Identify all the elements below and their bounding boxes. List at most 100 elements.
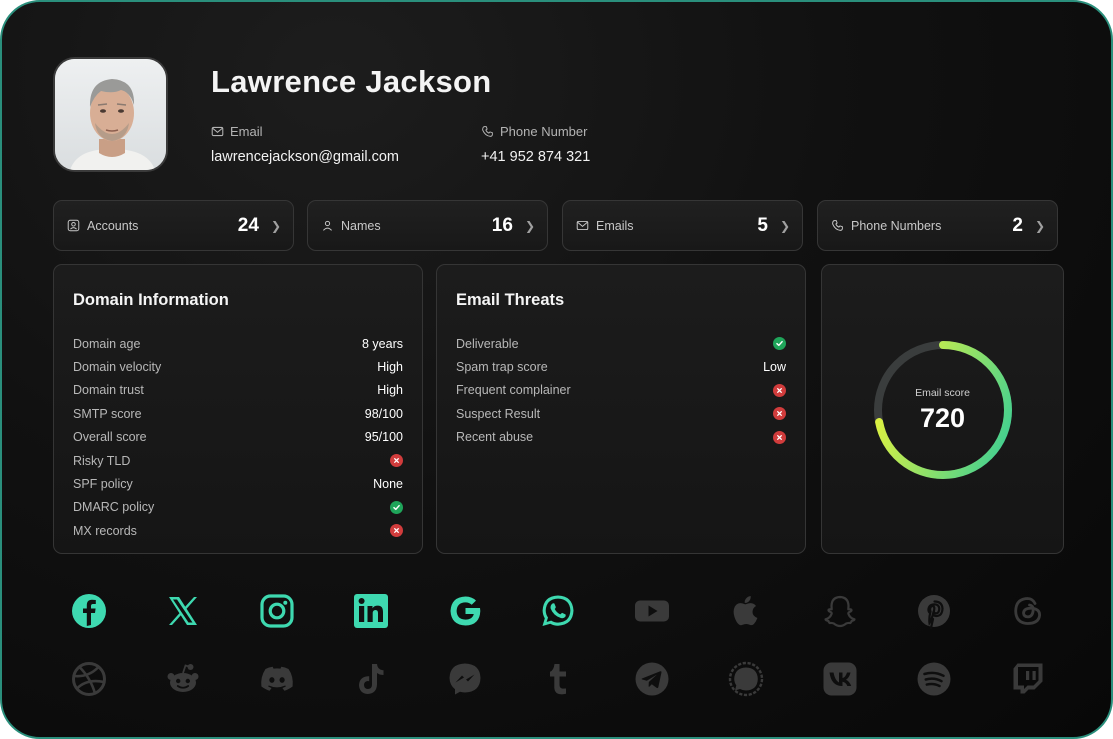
tumblr-icon[interactable] xyxy=(540,661,576,697)
phone-label: Phone Number xyxy=(500,124,588,139)
info-row: MX records xyxy=(73,519,403,542)
row-label: Overall score xyxy=(73,430,147,445)
email-label: Email xyxy=(230,124,263,139)
cross-icon xyxy=(773,383,786,397)
info-row: Domain trust High xyxy=(73,379,403,402)
info-row: DMARC policy xyxy=(73,496,403,519)
row-value: High xyxy=(377,383,403,398)
chevron-right-icon: ❯ xyxy=(524,218,535,233)
tiktok-icon[interactable] xyxy=(353,661,389,697)
stat-label: Phone Numbers xyxy=(851,218,942,233)
info-row: Domain age 8 years xyxy=(73,332,403,355)
stat-value: 2 xyxy=(1012,214,1023,236)
mail-icon xyxy=(211,126,224,137)
chevron-right-icon: ❯ xyxy=(270,218,281,233)
dribbble-icon[interactable] xyxy=(71,661,107,697)
stat-accounts[interactable]: Accounts 24 ❯ xyxy=(53,200,294,251)
panel-title: Domain Information xyxy=(73,291,229,309)
row-label: Domain trust xyxy=(73,383,144,398)
info-row: Recent abuse xyxy=(456,426,786,449)
email-block: Email lawrencejackson@gmail.com xyxy=(211,124,399,165)
score-label: Email score xyxy=(915,387,970,399)
stat-value: 24 xyxy=(237,214,259,236)
phone-icon xyxy=(832,220,843,231)
stat-emails[interactable]: Emails 5 ❯ xyxy=(562,200,803,251)
person-icon xyxy=(323,220,332,231)
row-label: SPF policy xyxy=(73,477,133,492)
check-icon xyxy=(390,500,403,514)
facebook-icon[interactable] xyxy=(71,593,107,629)
social-row-2 xyxy=(71,661,1046,697)
panel-title: Email Threats xyxy=(456,291,565,309)
info-row: Suspect Result xyxy=(456,402,786,425)
info-row: Risky TLD xyxy=(73,449,403,472)
linkedin-icon[interactable] xyxy=(353,593,389,629)
phone-block: Phone Number +41 952 874 321 xyxy=(481,124,590,165)
user-card-icon xyxy=(67,219,80,232)
row-label: Deliverable xyxy=(456,336,519,351)
row-label: DMARC policy xyxy=(73,500,155,515)
info-row: Domain velocity High xyxy=(73,355,403,378)
social-row-1 xyxy=(71,593,1046,629)
instagram-icon[interactable] xyxy=(259,593,295,629)
stat-names[interactable]: Names 16 ❯ xyxy=(307,200,548,251)
stat-label: Accounts xyxy=(87,218,139,233)
stat-phone-numbers[interactable]: Phone Numbers 2 ❯ xyxy=(817,200,1058,251)
row-label: Domain age xyxy=(73,336,141,351)
row-label: Recent abuse xyxy=(456,430,534,445)
row-label: Spam trap score xyxy=(456,360,548,375)
chevron-right-icon: ❯ xyxy=(779,218,790,233)
stat-value: 5 xyxy=(757,214,768,236)
avatar xyxy=(53,57,168,172)
pinterest-icon[interactable] xyxy=(916,593,952,629)
check-icon xyxy=(773,337,786,351)
info-row: Overall score 95/100 xyxy=(73,426,403,449)
info-row: SMTP score 98/100 xyxy=(73,402,403,425)
cross-icon xyxy=(773,407,786,421)
row-value: Low xyxy=(763,360,786,375)
stat-value: 16 xyxy=(491,214,513,236)
cross-icon xyxy=(390,524,403,538)
telegram-icon[interactable] xyxy=(634,661,670,697)
messenger-icon[interactable] xyxy=(447,661,483,697)
info-row: Spam trap score Low xyxy=(456,355,786,378)
domain-information-panel: Domain Information Domain age 8 years Doma… xyxy=(53,264,423,554)
threat-rows: Deliverable Spam trap score Low Frequent co… xyxy=(456,332,786,449)
row-label: Frequent complainer xyxy=(456,383,571,398)
row-value: 98/100 xyxy=(364,406,403,421)
email-score-panel: Email score 720 xyxy=(821,264,1064,554)
whatsapp-icon[interactable] xyxy=(540,593,576,629)
youtube-icon[interactable] xyxy=(634,593,670,629)
row-value: 95/100 xyxy=(364,430,403,445)
phone-value[interactable]: +41 952 874 321 xyxy=(481,149,590,165)
signal-icon[interactable] xyxy=(728,661,764,697)
info-row: Deliverable xyxy=(456,332,786,355)
mail-icon xyxy=(576,220,589,231)
info-row: SPF policy None xyxy=(73,472,403,495)
profile-card: Lawrence Jackson Email lawrencejackson@g… xyxy=(0,0,1113,739)
row-label: Domain velocity xyxy=(73,360,162,375)
avatar-portrait xyxy=(55,59,166,170)
info-row: Frequent complainer xyxy=(456,379,786,402)
spotify-icon[interactable] xyxy=(916,661,952,697)
email-value[interactable]: lawrencejackson@gmail.com xyxy=(211,149,399,165)
row-value: 8 years xyxy=(362,336,403,351)
email-threats-panel: Email Threats Deliverable Spam trap score… xyxy=(436,264,806,554)
reddit-icon[interactable] xyxy=(165,661,201,697)
discord-icon[interactable] xyxy=(259,661,295,697)
x-icon[interactable] xyxy=(165,593,201,629)
chevron-right-icon: ❯ xyxy=(1034,218,1045,233)
domain-rows: Domain age 8 years Domain velocity High Doma… xyxy=(73,332,403,543)
phone-icon xyxy=(482,126,493,137)
row-label: MX records xyxy=(73,523,137,538)
google-icon[interactable] xyxy=(447,593,483,629)
apple-icon[interactable] xyxy=(728,593,764,629)
threads-icon[interactable] xyxy=(1010,593,1046,629)
cross-icon xyxy=(390,454,403,468)
vk-icon[interactable] xyxy=(822,661,858,697)
twitch-icon[interactable] xyxy=(1010,661,1046,697)
stat-label: Names xyxy=(341,218,381,233)
row-label: Suspect Result xyxy=(456,406,541,421)
snapchat-icon[interactable] xyxy=(822,593,858,629)
row-label: SMTP score xyxy=(73,406,142,421)
